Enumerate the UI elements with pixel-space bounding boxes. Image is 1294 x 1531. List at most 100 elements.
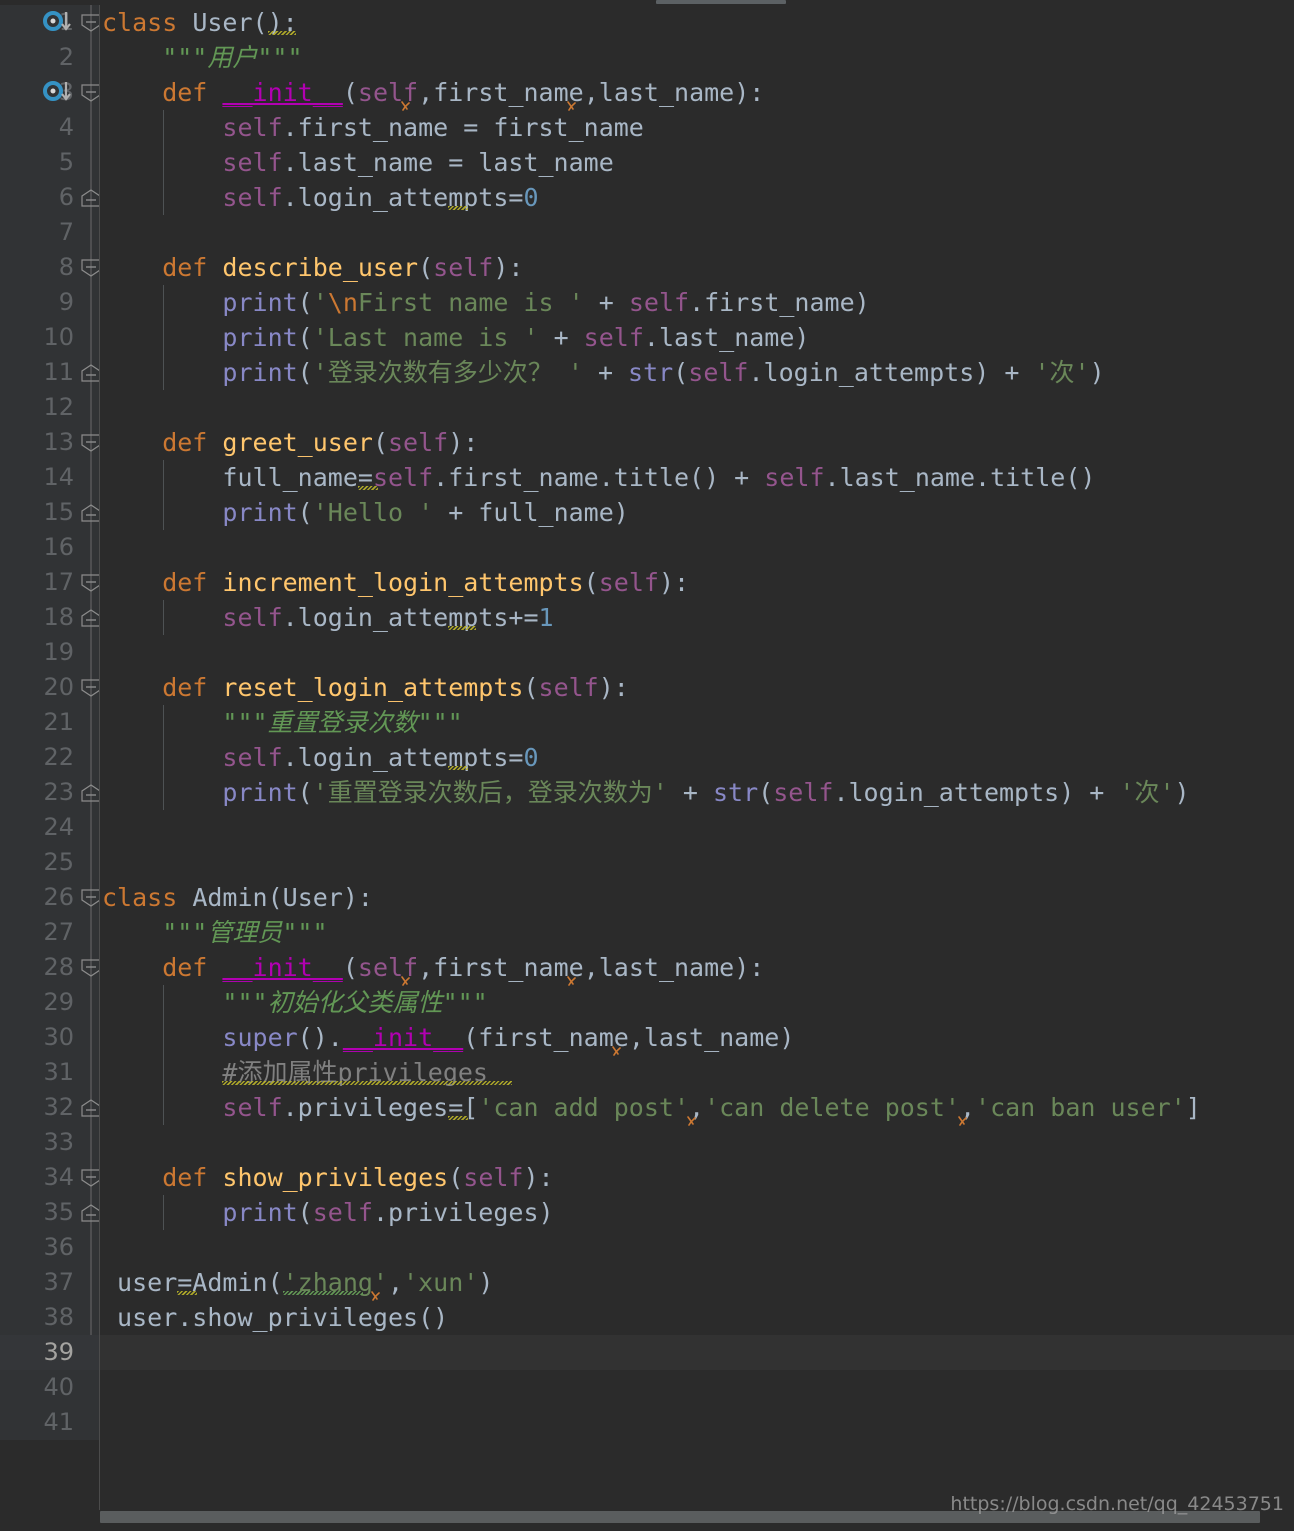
editor-code-area[interactable]: 1 class User(): 2 """用户""" 3 def __init__(s… <box>0 5 1294 1510</box>
line-number[interactable]: 34 <box>0 1160 84 1195</box>
code-line-text[interactable]: print('\nFirst name is ' + self.first_na… <box>100 285 869 320</box>
line-number[interactable]: 8 <box>0 250 84 285</box>
code-line-text[interactable]: print('重置登录次数后，登录次数为' + str(self.login_a… <box>100 775 1189 810</box>
code-line[interactable]: 20 def reset_login_attempts(self): <box>0 670 1294 705</box>
code-line-text[interactable]: def __init__(self,first_name,last_name): <box>100 75 764 110</box>
code-line-text[interactable]: self.login_attempts+=1 <box>100 600 553 635</box>
code-line-text[interactable]: print('登录次数有多少次？ ' + str(self.login_atte… <box>100 355 1104 390</box>
fold-gutter-cell[interactable] <box>84 705 100 740</box>
code-line[interactable]: 10 print('Last name is ' + self.last_nam… <box>0 320 1294 355</box>
code-line[interactable]: 16 <box>0 530 1294 565</box>
fold-gutter-cell[interactable] <box>84 390 100 425</box>
code-line[interactable]: 26 class Admin(User): <box>0 880 1294 915</box>
line-number[interactable]: 25 <box>0 845 84 880</box>
line-number[interactable]: 28 <box>0 950 84 985</box>
line-number[interactable]: 1 <box>0 5 84 40</box>
code-line-text[interactable]: class Admin(User): <box>100 880 373 915</box>
line-number[interactable]: 16 <box>0 530 84 565</box>
line-number[interactable]: 21 <box>0 705 84 740</box>
code-line-text[interactable]: """重置登录次数""" <box>100 705 462 740</box>
fold-gutter-cell[interactable] <box>84 740 100 775</box>
code-line-text[interactable]: self.first_name = first_name <box>100 110 643 145</box>
code-line-text[interactable] <box>100 530 102 565</box>
fold-gutter-cell[interactable] <box>84 950 100 985</box>
fold-gutter-cell[interactable] <box>84 5 100 40</box>
line-number[interactable]: 37 <box>0 1265 84 1300</box>
code-line[interactable]: 6 self.login_attempts=0 <box>0 180 1294 215</box>
code-line-text[interactable]: def __init__(self,first_name,last_name): <box>100 950 764 985</box>
code-line[interactable]: 36 <box>0 1230 1294 1265</box>
code-line-text[interactable]: self.privileges=['can add post','can del… <box>100 1090 1200 1125</box>
code-line[interactable]: 4 self.first_name = first_name <box>0 110 1294 145</box>
code-line-text[interactable]: """用户""" <box>100 40 302 75</box>
fold-gutter-cell[interactable] <box>84 460 100 495</box>
code-line-text[interactable] <box>100 1405 102 1440</box>
line-number[interactable]: 39 <box>0 1335 84 1370</box>
code-line-text[interactable] <box>100 635 102 670</box>
code-line-text[interactable]: """初始化父类属性""" <box>100 985 487 1020</box>
code-line-text[interactable]: super().__init__(first_name,last_name) <box>100 1020 794 1055</box>
code-line-text[interactable]: def describe_user(self): <box>100 250 523 285</box>
fold-gutter-cell[interactable] <box>84 635 100 670</box>
line-number[interactable]: 5 <box>0 145 84 180</box>
code-line[interactable]: 27 """管理员""" <box>0 915 1294 950</box>
line-number[interactable]: 12 <box>0 390 84 425</box>
code-line-text[interactable]: def show_privileges(self): <box>100 1160 553 1195</box>
code-line-text[interactable]: def increment_login_attempts(self): <box>100 565 689 600</box>
code-line[interactable]: 34 def show_privileges(self): <box>0 1160 1294 1195</box>
line-number[interactable]: 32 <box>0 1090 84 1125</box>
code-line[interactable]: 7 <box>0 215 1294 250</box>
code-line[interactable]: 9 print('\nFirst name is ' + self.first_… <box>0 285 1294 320</box>
fold-gutter-cell[interactable] <box>84 1405 100 1440</box>
code-line[interactable]: 1 class User(): <box>0 5 1294 40</box>
line-number[interactable]: 17 <box>0 565 84 600</box>
code-line[interactable]: 33 <box>0 1125 1294 1160</box>
code-line[interactable]: 41 <box>0 1405 1294 1440</box>
fold-gutter-cell[interactable] <box>84 915 100 950</box>
code-line-text[interactable]: user.show_privileges() <box>100 1300 448 1335</box>
fold-gutter-cell[interactable] <box>84 600 100 635</box>
code-line[interactable]: 22 self.login_attempts=0 <box>0 740 1294 775</box>
line-number[interactable]: 4 <box>0 110 84 145</box>
fold-gutter-cell[interactable] <box>84 110 100 145</box>
fold-gutter-cell[interactable] <box>84 1195 100 1230</box>
code-line[interactable]: 39 <box>0 1335 1294 1370</box>
code-line[interactable]: 38 user.show_privileges() <box>0 1300 1294 1335</box>
fold-gutter-cell[interactable] <box>84 565 100 600</box>
line-number[interactable]: 3 <box>0 75 84 110</box>
line-number[interactable]: 29 <box>0 985 84 1020</box>
code-line-text[interactable] <box>100 1335 102 1370</box>
code-line[interactable]: 21 """重置登录次数""" <box>0 705 1294 740</box>
code-line[interactable]: 29 """初始化父类属性""" <box>0 985 1294 1020</box>
fold-gutter-cell[interactable] <box>84 670 100 705</box>
line-number[interactable]: 26 <box>0 880 84 915</box>
fold-gutter-cell[interactable] <box>84 320 100 355</box>
line-number[interactable]: 9 <box>0 285 84 320</box>
code-line-text[interactable] <box>100 810 102 845</box>
fold-gutter-cell[interactable] <box>84 880 100 915</box>
code-line[interactable]: 19 <box>0 635 1294 670</box>
line-number[interactable]: 30 <box>0 1020 84 1055</box>
code-line-text[interactable]: print('Last name is ' + self.last_name) <box>100 320 809 355</box>
code-line-text[interactable] <box>100 1230 102 1265</box>
fold-gutter-cell[interactable] <box>84 355 100 390</box>
fold-gutter-cell[interactable] <box>84 180 100 215</box>
code-line[interactable]: 40 <box>0 1370 1294 1405</box>
code-line-text[interactable]: full_name=self.first_name.title() + self… <box>100 460 1095 495</box>
code-line[interactable]: 30 super().__init__(first_name,last_name… <box>0 1020 1294 1055</box>
fold-gutter-cell[interactable] <box>84 285 100 320</box>
code-line-text[interactable]: def reset_login_attempts(self): <box>100 670 629 705</box>
line-number[interactable]: 35 <box>0 1195 84 1230</box>
line-number[interactable]: 13 <box>0 425 84 460</box>
code-line[interactable]: 35 print(self.privileges) <box>0 1195 1294 1230</box>
code-line-text[interactable] <box>100 215 102 250</box>
fold-gutter-cell[interactable] <box>84 530 100 565</box>
line-number[interactable]: 31 <box>0 1055 84 1090</box>
code-line[interactable]: 11 print('登录次数有多少次？ ' + str(self.login_a… <box>0 355 1294 390</box>
fold-gutter-cell[interactable] <box>84 250 100 285</box>
code-line[interactable]: 28 def __init__(self,first_name,last_nam… <box>0 950 1294 985</box>
line-number[interactable]: 7 <box>0 215 84 250</box>
code-line[interactable]: 5 self.last_name = last_name <box>0 145 1294 180</box>
fold-gutter-cell[interactable] <box>84 810 100 845</box>
code-line-text[interactable]: self.last_name = last_name <box>100 145 613 180</box>
